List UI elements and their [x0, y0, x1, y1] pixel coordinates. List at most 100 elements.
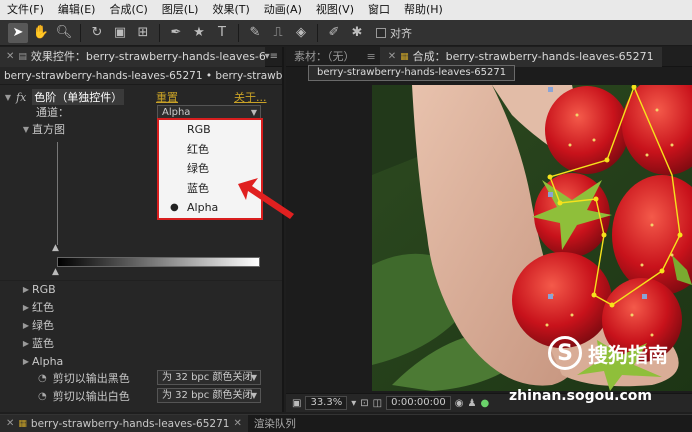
menu-window[interactable]: 窗口	[361, 0, 397, 20]
menu-help[interactable]: 帮助(H)	[397, 0, 450, 20]
menu-layer[interactable]: 图层(L)	[155, 0, 206, 20]
tab-footage[interactable]: 素材：（无）	[286, 47, 363, 67]
tab-render-queue[interactable]: 渲染队列	[248, 415, 302, 432]
mask-star-tool-icon[interactable]: ★	[189, 23, 209, 43]
close-icon[interactable]: ✕	[6, 415, 14, 432]
snap-checkbox[interactable]	[376, 27, 386, 38]
clip-black-select[interactable]: 为 32 bpc 颜色关闭 ▼	[157, 370, 261, 385]
menu-composition[interactable]: 合成(C)	[102, 0, 154, 20]
channel-group-red[interactable]: ▶ 红色	[0, 298, 282, 316]
snapshot-camera-icon[interactable]: ◉	[455, 398, 464, 409]
channel-group-label: RGB	[32, 283, 56, 296]
clip-white-value: 为 32 bpc 颜色关闭	[162, 390, 253, 401]
dropdown-option-red[interactable]: 红色	[159, 140, 261, 160]
breadcrumb: berry-strawberry-hands-leaves-65271 • be…	[0, 67, 282, 85]
channel-group-rgb[interactable]: ▶ RGB	[0, 280, 282, 298]
clip-black-value: 为 32 bpc 颜色关闭	[162, 372, 253, 383]
channel-group-alpha[interactable]: ▶ Alpha	[0, 352, 282, 370]
channel-group-label: Alpha	[32, 354, 64, 368]
sogou-logo-icon: S	[548, 336, 582, 370]
clone-stamp-tool-icon[interactable]: ⎍	[268, 23, 288, 43]
zoom-tool-icon[interactable]: 🔍︎	[54, 23, 74, 43]
output-gradient-bar	[57, 257, 260, 267]
toolbar-divider	[317, 23, 318, 42]
stopwatch-icon[interactable]: ◔	[38, 373, 47, 384]
option-label: RGB	[187, 123, 211, 136]
collapse-triangle-icon[interactable]: ▼	[2, 93, 14, 102]
hand-tool-icon[interactable]: ✋	[31, 23, 51, 43]
menu-animation[interactable]: 动画(A)	[257, 0, 309, 20]
close-icon[interactable]: ✕	[6, 47, 14, 67]
channel-label: 通道：	[36, 106, 69, 119]
expand-triangle-icon[interactable]: ▶	[20, 357, 32, 366]
safe-margins-icon[interactable]: ⊡	[360, 398, 368, 409]
sogou-watermark: S 搜狗指南	[548, 336, 668, 370]
channel-group-blue[interactable]: ▶ 蓝色	[0, 334, 282, 352]
expand-triangle-icon[interactable]: ▶	[20, 285, 32, 294]
always-preview-icon[interactable]: ▣	[292, 398, 301, 409]
watermark-url: zhinan.sogou.com	[509, 388, 652, 404]
viewer-tabbar: 素材：（无） ≡ ✕ ▦ 合成：berry-strawberry-hands-l…	[286, 46, 692, 67]
close-icon[interactable]: ✕	[388, 47, 396, 67]
option-label: 绿色	[187, 162, 209, 175]
panel-menu-icon[interactable]: ▾≡	[265, 51, 282, 62]
menu-view[interactable]: 视图(V)	[309, 0, 361, 20]
fx-toggle-icon[interactable]: fx	[16, 91, 26, 104]
zoom-select[interactable]: 33.3%	[305, 396, 348, 410]
rotate-tool-icon[interactable]: ↻	[87, 23, 107, 43]
panel-menu-icon[interactable]: ≡	[367, 50, 376, 63]
expand-triangle-icon[interactable]: ▶	[20, 339, 32, 348]
dropdown-option-rgb[interactable]: RGB	[159, 120, 261, 140]
composition-tab-label: 合成：berry-strawberry-hands-leaves-65271	[412, 49, 654, 63]
toolbar-divider	[80, 23, 81, 42]
output-black-slider-icon[interactable]: ▲	[52, 267, 59, 277]
tools-toolbar: ➤ ✋ 🔍︎ ↻ ▣ ⊞ ✒ ★ T ✎ ⎍ ◈ ✐ ✱ 对齐	[0, 20, 692, 46]
render-queue-tab-label: 渲染队列	[253, 417, 296, 430]
tab-timeline[interactable]: ✕ ▦ berry-strawberry-hands-leaves-65271 …	[0, 414, 248, 432]
menu-bar: 文件(F) 编辑(E) 合成(C) 图层(L) 效果(T) 动画(A) 视图(V…	[0, 0, 692, 20]
roto-brush-tool-icon[interactable]: ✐	[324, 23, 344, 43]
text-tool-icon[interactable]: T	[212, 23, 232, 43]
timecode-field[interactable]: 0:00:00:00	[386, 396, 451, 410]
tab-effect-controls[interactable]: ✕ ▤ 效果控件：berry-strawberry-hands-leaves-6…	[0, 46, 265, 67]
composition-subtab[interactable]: berry-strawberry-hands-leaves-65271	[308, 65, 516, 81]
input-black-slider-icon[interactable]: ▲	[52, 243, 59, 253]
chevron-down-icon: ▼	[250, 373, 257, 382]
effect-controls-tabbar: ✕ ▤ 效果控件：berry-strawberry-hands-leaves-6…	[0, 46, 282, 67]
snap-toggle[interactable]: 对齐	[376, 25, 412, 41]
clip-white-label: 剪切以输出白色	[52, 390, 130, 403]
clip-white-select[interactable]: 为 32 bpc 颜色关闭 ▼	[157, 388, 261, 403]
option-label: Alpha	[187, 201, 219, 214]
pen-tool-icon[interactable]: ✒	[166, 23, 186, 43]
selected-bullet-icon: ●	[170, 202, 179, 213]
close-icon[interactable]: ✕	[233, 415, 241, 432]
channel-group-label: 红色	[32, 301, 54, 314]
snap-label: 对齐	[390, 26, 412, 40]
clip-black-row: ◔ 剪切以输出黑色 为 32 bpc 颜色关闭 ▼	[0, 369, 282, 387]
lock-icon[interactable]: ▤	[18, 47, 27, 67]
puppet-tool-icon[interactable]: ✱	[347, 23, 367, 43]
expand-triangle-icon[interactable]: ▶	[20, 321, 32, 330]
menu-edit[interactable]: 编辑(E)	[51, 0, 103, 20]
channel-group-green[interactable]: ▶ 绿色	[0, 316, 282, 334]
expand-triangle-icon[interactable]: ▶	[20, 303, 32, 312]
toolbar-divider	[238, 23, 239, 42]
color-channel-icon[interactable]: ●	[480, 398, 489, 409]
footage-tab-label: 素材：（无）	[294, 49, 355, 63]
eraser-tool-icon[interactable]: ◈	[291, 23, 311, 43]
watermark-brand: 搜狗指南	[588, 342, 668, 367]
histogram-axis	[57, 142, 58, 245]
pan-behind-tool-icon[interactable]: ⊞	[133, 23, 153, 43]
channel-select-value: Alpha	[162, 107, 191, 118]
clip-black-label: 剪切以输出黑色	[52, 372, 130, 385]
menu-effect[interactable]: 效果(T)	[205, 0, 256, 20]
stopwatch-icon[interactable]: ◔	[38, 391, 47, 402]
brush-tool-icon[interactable]: ✎	[245, 23, 265, 43]
tab-composition[interactable]: ✕ ▦ 合成：berry-strawberry-hands-leaves-652…	[379, 46, 662, 67]
camera-tool-icon[interactable]: ▣	[110, 23, 130, 43]
expand-triangle-icon[interactable]: ▼	[20, 125, 32, 134]
region-of-interest-icon[interactable]: ◫	[373, 398, 382, 409]
selection-tool-icon[interactable]: ➤	[8, 22, 28, 43]
menu-file[interactable]: 文件(F)	[0, 0, 51, 20]
show-snapshot-icon[interactable]: ♟	[468, 398, 477, 409]
